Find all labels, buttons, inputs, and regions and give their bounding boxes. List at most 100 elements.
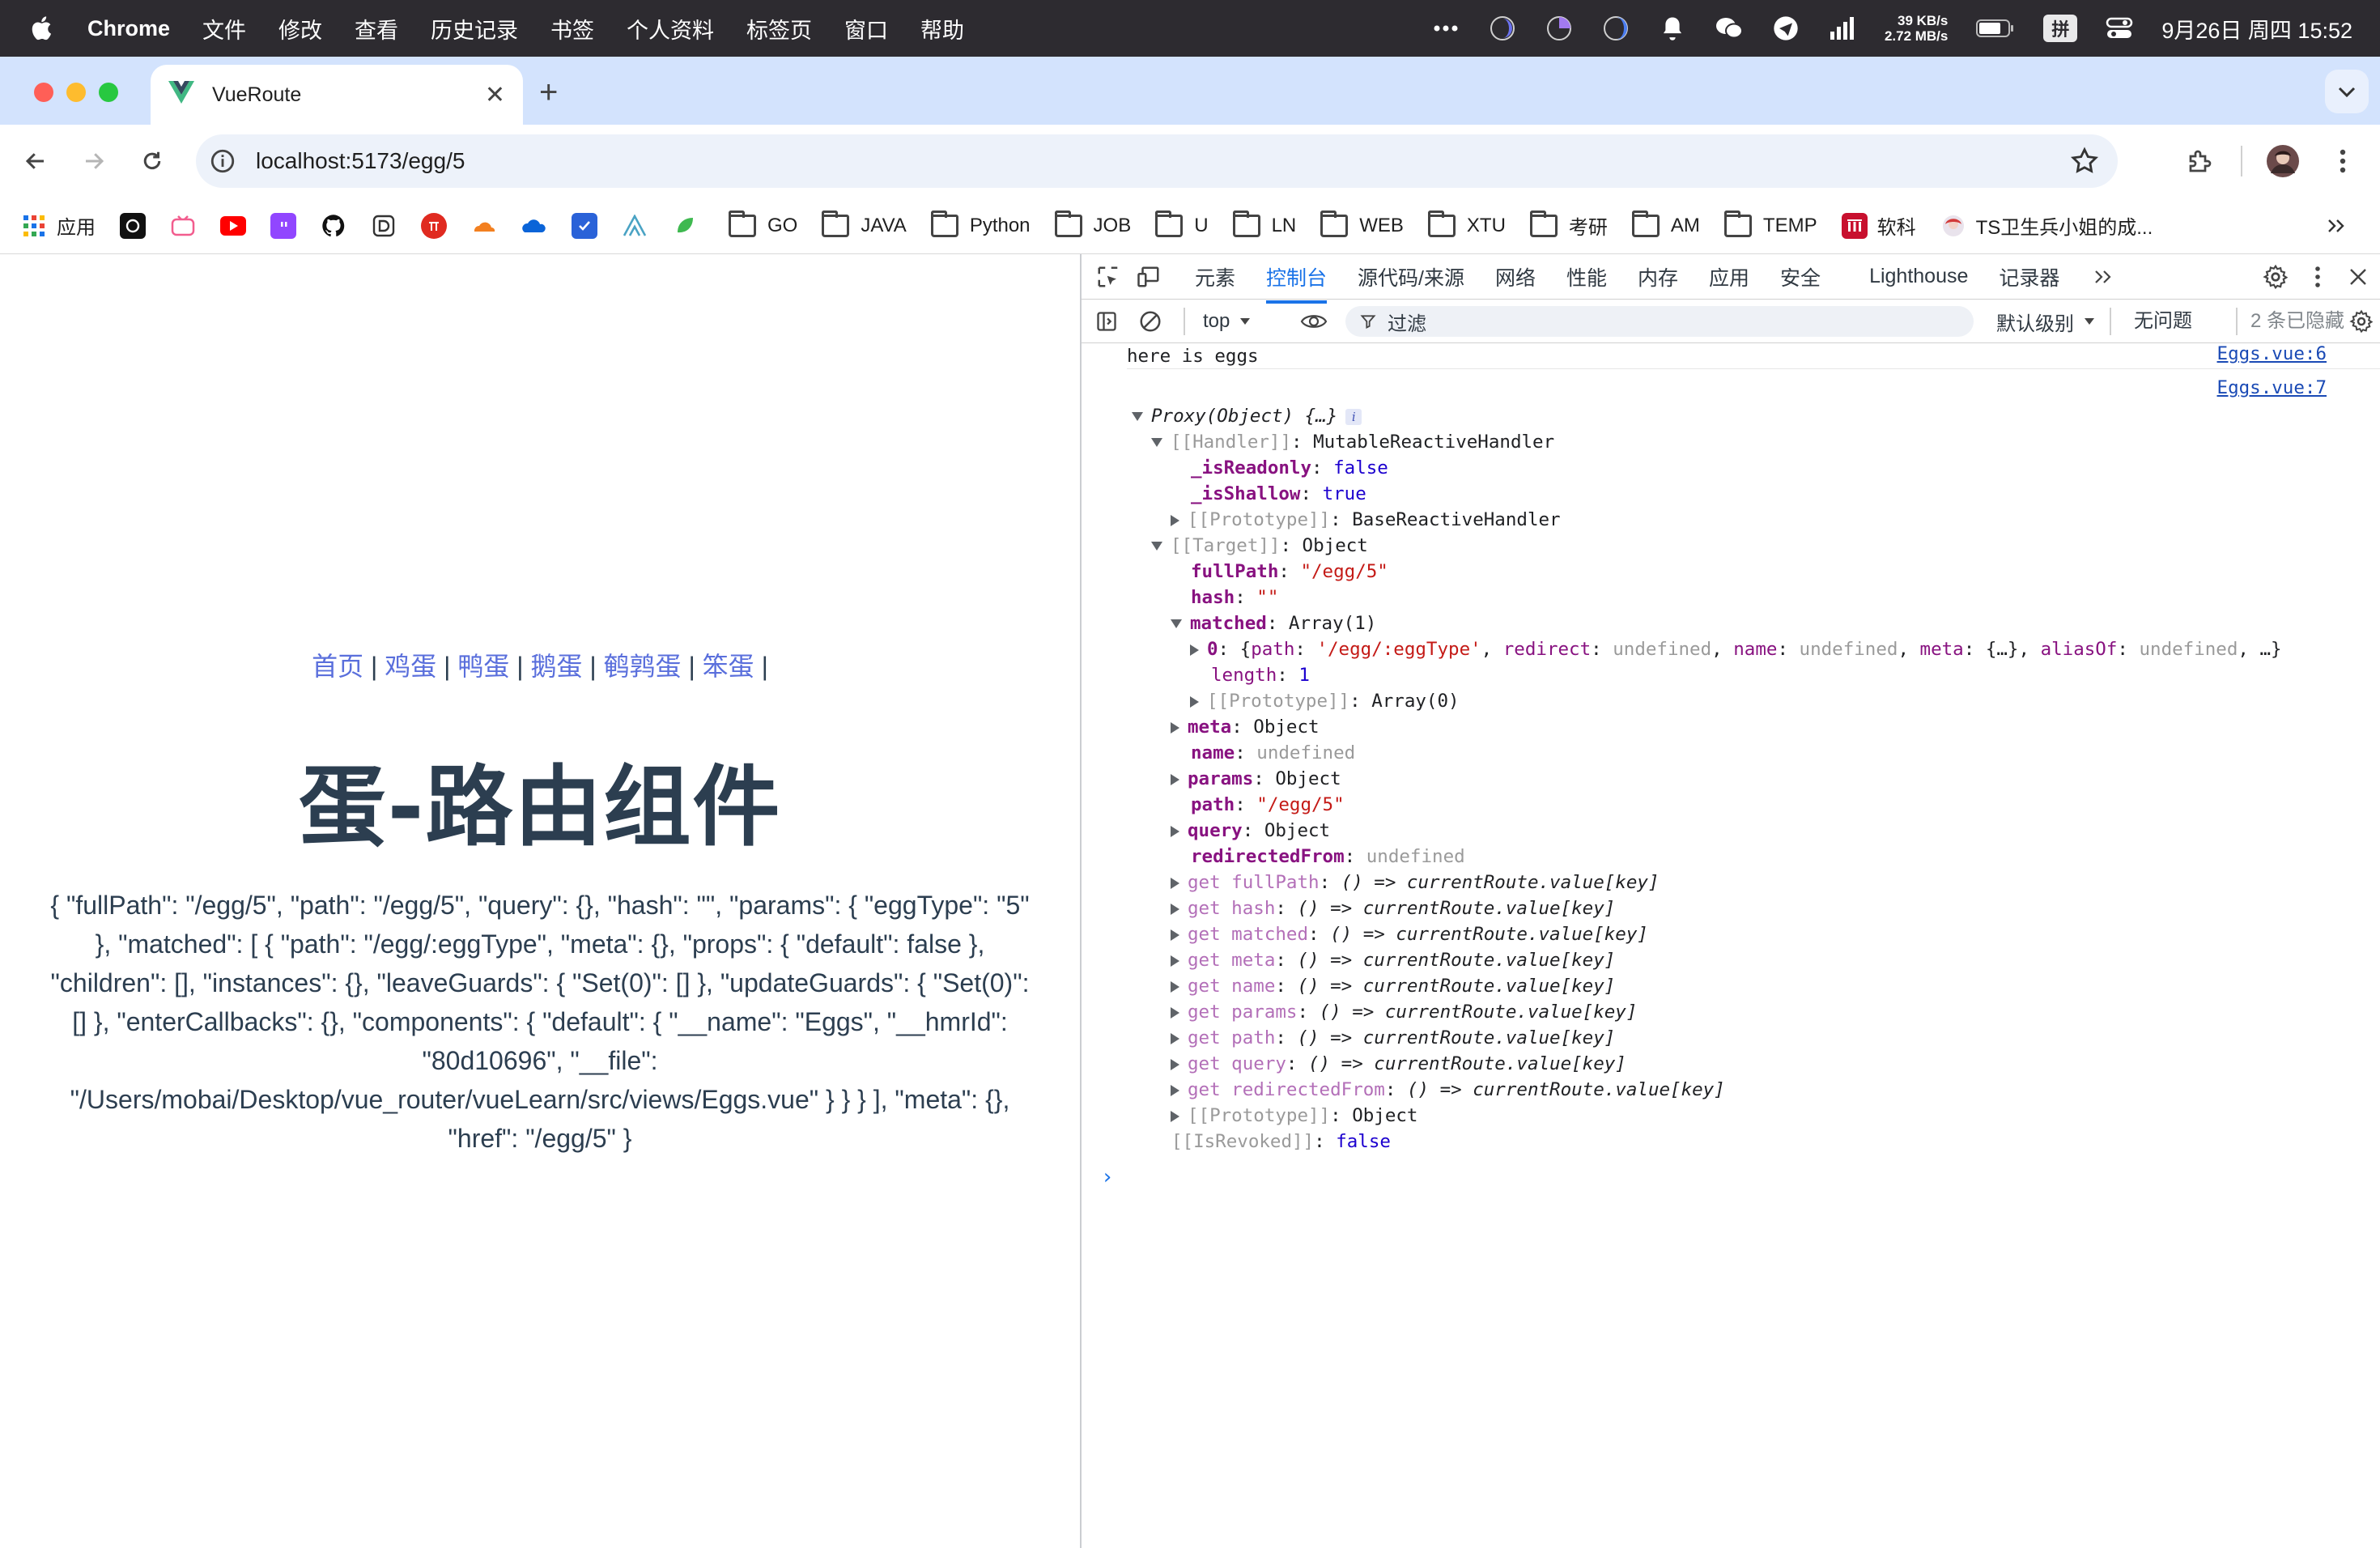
app-name[interactable]: Chrome — [87, 16, 170, 41]
tree-row-target[interactable]: [[Target]]: Object — [1151, 533, 2380, 559]
tree-row-get-meta[interactable]: get meta: () => currentRoute.value[key] — [1171, 947, 2380, 973]
devtools-tab-application[interactable]: 应用 — [1709, 262, 1749, 291]
profile-avatar[interactable] — [2265, 143, 2301, 179]
bookmark-folder-job[interactable]: JOB — [1054, 210, 1131, 237]
tree-row-handler[interactable]: [[Handler]]: MutableReactiveHandler — [1151, 429, 2380, 455]
focus-moon-icon[interactable] — [1488, 14, 1517, 43]
bookmark-folder-web[interactable]: WEB — [1320, 210, 1404, 237]
reload-button[interactable] — [134, 143, 170, 179]
proxy-object-root[interactable]: Proxy(Object) {…} i — [1132, 403, 2380, 429]
devtools-tab-performance[interactable]: 性能 — [1566, 262, 1607, 291]
bookmark-openai[interactable] — [120, 212, 146, 239]
bookmark-folder-go[interactable]: GO — [729, 210, 797, 237]
devtools-tab-recorder[interactable]: 记录器 — [1999, 262, 2059, 291]
bookmark-folder-java[interactable]: JAVA — [822, 210, 907, 237]
devtools-tab-memory[interactable]: 内存 — [1638, 262, 1678, 291]
address-bar[interactable]: localhost:5173/egg/5 — [196, 134, 2118, 188]
bookmark-folder-am[interactable]: AM — [1631, 210, 1700, 237]
control-center-icon[interactable] — [2105, 14, 2134, 43]
settings-gear-icon[interactable] — [2262, 263, 2289, 291]
tree-row-array-prototype[interactable]: [[Prototype]]: Array(0) — [1190, 688, 2380, 714]
window-zoom-button[interactable] — [99, 83, 118, 102]
bookmark-folder-python[interactable]: Python — [930, 210, 1031, 237]
bookmark-leaf[interactable] — [672, 213, 698, 239]
source-link-eggs-7[interactable]: Eggs.vue:7 — [2217, 377, 2327, 398]
menu-file[interactable]: 文件 — [202, 13, 246, 45]
bookmark-arch[interactable] — [622, 213, 648, 239]
tree-row-get-params[interactable]: get params: () => currentRoute.value[key… — [1171, 999, 2380, 1025]
battery-icon[interactable] — [1975, 14, 2016, 43]
bookmark-github[interactable] — [321, 213, 346, 239]
chrome-menu-icon[interactable] — [2325, 143, 2361, 179]
devtools-tab-lighthouse[interactable]: Lighthouse — [1869, 265, 1968, 288]
bookmark-star-icon[interactable] — [2069, 146, 2100, 176]
bookmark-d-app[interactable] — [371, 213, 397, 239]
devtools-tab-sources[interactable]: 源代码/来源 — [1358, 262, 1464, 291]
tree-row-get-redirectedfrom[interactable]: get redirectedFrom: () => currentRoute.v… — [1171, 1077, 2380, 1103]
menu-edit[interactable]: 修改 — [278, 13, 322, 45]
more-dots-icon[interactable] — [1431, 14, 1460, 43]
devtools-close-icon[interactable] — [2344, 263, 2372, 291]
device-toolbar-icon[interactable] — [1135, 263, 1162, 291]
bookmark-folder-kaoyan[interactable]: 考研 — [1529, 210, 1608, 240]
back-button[interactable] — [18, 143, 53, 179]
bookmark-pi[interactable] — [421, 212, 447, 239]
tab-vueroute[interactable]: VueRoute ✕ — [151, 65, 523, 125]
tree-row-matched-0[interactable]: 0: {path: '/egg/:eggType', redirect: und… — [1190, 636, 2380, 662]
console-prompt[interactable]: › — [1101, 1164, 2380, 1190]
tree-row-get-name[interactable]: get name: () => currentRoute.value[key] — [1171, 973, 2380, 999]
window-minimize-button[interactable] — [66, 83, 86, 102]
bookmarks-overflow-button[interactable] — [2323, 213, 2349, 239]
devtools-tab-network[interactable]: 网络 — [1495, 262, 1536, 291]
bell-icon[interactable] — [1658, 14, 1687, 43]
menubar-clock[interactable]: 9月26日 周四 15:52 — [2161, 13, 2352, 45]
focus-timer-icon[interactable] — [1545, 14, 1574, 43]
menu-bookmarks[interactable]: 书签 — [550, 13, 594, 45]
menu-help[interactable]: 帮助 — [920, 13, 964, 45]
bookmark-check[interactable] — [572, 212, 597, 239]
nav-link-chicken-egg[interactable]: 鸡蛋 — [385, 652, 436, 681]
forward-button[interactable] — [76, 143, 112, 179]
send-icon[interactable] — [1771, 14, 1800, 43]
bookmark-twitch[interactable] — [270, 212, 296, 239]
bookmark-apps[interactable]: 应用 — [21, 211, 96, 240]
bookmark-folder-u[interactable]: U — [1155, 210, 1209, 237]
bookmark-youtube[interactable] — [220, 215, 246, 236]
devtools-tab-console[interactable]: 控制台 — [1266, 262, 1328, 304]
bookmark-ruanke[interactable]: 软科 — [1841, 211, 1916, 240]
nav-link-silly-egg[interactable]: 笨蛋 — [703, 652, 754, 681]
tree-row-meta[interactable]: meta: Object — [1171, 714, 2380, 740]
inspect-element-icon[interactable] — [1094, 263, 1122, 291]
console-settings-gear-icon[interactable] — [2348, 308, 2375, 335]
wechat-icon[interactable] — [1715, 14, 1744, 43]
live-expression-eye-icon[interactable] — [1300, 308, 1328, 335]
nav-link-home[interactable]: 首页 — [312, 652, 363, 681]
bookmark-folder-ln[interactable]: LN — [1232, 210, 1296, 237]
sync-circle-icon[interactable] — [1601, 14, 1630, 43]
window-close-button[interactable] — [34, 83, 53, 102]
tree-row-get-hash[interactable]: get hash: () => currentRoute.value[key] — [1171, 895, 2380, 921]
tab-close-icon[interactable]: ✕ — [485, 81, 505, 109]
menu-tabs[interactable]: 标签页 — [746, 13, 812, 45]
tree-row-query[interactable]: query: Object — [1171, 818, 2380, 844]
menu-profiles[interactable]: 个人资料 — [627, 13, 714, 45]
bookmark-folder-temp[interactable]: TEMP — [1723, 210, 1817, 237]
extensions-icon[interactable] — [2182, 143, 2218, 179]
log-level-dropdown[interactable]: 默认级别 — [1996, 300, 2095, 343]
nav-link-goose-egg[interactable]: 鹅蛋 — [530, 652, 582, 681]
bookmark-cloudflare[interactable] — [471, 213, 497, 239]
devtools-tab-elements[interactable]: 元素 — [1195, 262, 1235, 291]
menu-window[interactable]: 窗口 — [844, 13, 888, 45]
console-filter-input[interactable]: 过滤 — [1345, 306, 1974, 337]
url-text[interactable]: localhost:5173/egg/5 — [256, 148, 465, 174]
input-method-badge[interactable]: 拼 — [2043, 15, 2078, 42]
issues-counter[interactable]: 无问题 — [2134, 300, 2192, 343]
new-tab-button[interactable]: + — [539, 76, 558, 108]
tree-row-params[interactable]: params: Object — [1171, 766, 2380, 792]
bookmark-ts[interactable]: TS卫生兵小姐的成... — [1940, 211, 2153, 240]
tree-row-get-matched[interactable]: get matched: () => currentRoute.value[ke… — [1171, 921, 2380, 947]
bookmark-bilibili[interactable] — [170, 213, 196, 239]
sidebar-toggle-icon[interactable] — [1093, 308, 1120, 335]
menu-history[interactable]: 历史记录 — [431, 13, 518, 45]
devtools-tab-security[interactable]: 安全 — [1780, 262, 1821, 291]
